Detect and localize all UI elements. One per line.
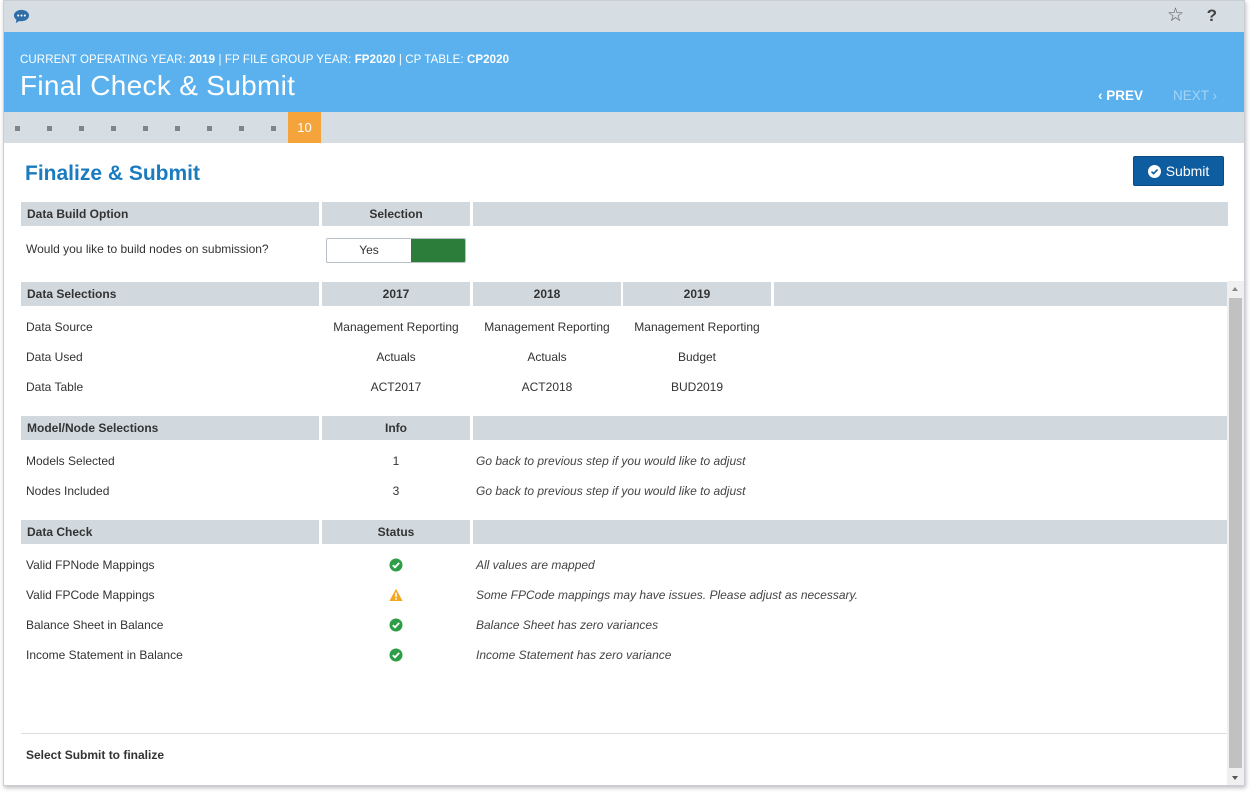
check-circle-icon bbox=[1147, 164, 1161, 178]
chevron-right-icon: › bbox=[1212, 88, 1218, 103]
step-6[interactable] bbox=[175, 126, 180, 131]
scroll-down-icon[interactable] bbox=[1232, 776, 1238, 780]
footer-divider bbox=[21, 733, 1228, 734]
table-row: Data Source Management Reporting Managem… bbox=[26, 320, 760, 334]
step-8[interactable] bbox=[239, 126, 244, 131]
footer-instruction: Select Submit to finalize bbox=[26, 748, 165, 762]
data-check-header: Data Check Status bbox=[21, 520, 1228, 544]
vertical-scrollbar[interactable] bbox=[1227, 281, 1244, 785]
table-row: Income Statement in Balance Income State… bbox=[26, 648, 672, 662]
chevron-left-icon: ‹ bbox=[1097, 88, 1103, 103]
table-row: Nodes Included 3 Go back to previous ste… bbox=[26, 484, 746, 498]
fp-file-group-year: FP2020 bbox=[354, 54, 396, 66]
table-row: Data Table ACT2017 ACT2018 BUD2019 bbox=[26, 380, 724, 394]
operating-year: 2019 bbox=[189, 54, 216, 66]
step-7[interactable] bbox=[207, 126, 212, 131]
check-circle-icon bbox=[389, 558, 403, 572]
toggle-knob[interactable] bbox=[411, 239, 465, 262]
data-selections-header: Data Selections 2017 2018 2019 bbox=[21, 282, 1228, 306]
table-row: Balance Sheet in Balance Balance Sheet h… bbox=[26, 618, 659, 632]
model-node-header: Model/Node Selections Info bbox=[21, 416, 1228, 440]
context-breadcrumb: CURRENT OPERATING YEAR: 2019 | FP FILE G… bbox=[20, 54, 510, 66]
main-content: Finalize & Submit Submit Data Build Opti… bbox=[4, 143, 1229, 785]
step-9[interactable] bbox=[271, 126, 276, 131]
scrollbar-thumb[interactable] bbox=[1229, 298, 1242, 768]
step-2[interactable] bbox=[47, 126, 52, 131]
step-progress-bar: 10 bbox=[4, 112, 1244, 143]
favorite-star-icon[interactable]: ☆ bbox=[1167, 6, 1184, 25]
page-header: CURRENT OPERATING YEAR: 2019 | FP FILE G… bbox=[4, 32, 1244, 112]
app-frame: ☆ ? CURRENT OPERATING YEAR: 2019 | FP FI… bbox=[3, 0, 1245, 786]
table-row: Valid FPNode Mappings All values are map… bbox=[26, 558, 595, 572]
check-circle-icon bbox=[389, 648, 403, 662]
prev-button[interactable]: ‹ PREV bbox=[1098, 88, 1143, 103]
page-title: Final Check & Submit bbox=[20, 70, 296, 101]
step-1[interactable] bbox=[15, 126, 20, 131]
build-nodes-toggle[interactable]: Yes bbox=[326, 238, 466, 263]
warning-triangle-icon bbox=[389, 588, 403, 601]
chat-bubble-icon[interactable] bbox=[13, 8, 30, 25]
build-option-row: Would you like to build nodes on submiss… bbox=[21, 238, 1228, 264]
scroll-up-icon[interactable] bbox=[1232, 287, 1238, 291]
table-row: Models Selected 1 Go back to previous st… bbox=[26, 454, 746, 468]
top-toolbar: ☆ ? bbox=[4, 1, 1244, 32]
step-5[interactable] bbox=[143, 126, 148, 131]
table-row: Valid FPCode Mappings Some FPCode mappin… bbox=[26, 588, 858, 602]
check-circle-icon bbox=[389, 618, 403, 632]
step-3[interactable] bbox=[79, 126, 84, 131]
table-row: Data Used Actuals Actuals Budget bbox=[26, 350, 717, 364]
next-button[interactable]: NEXT › bbox=[1173, 88, 1217, 103]
cp-table: CP2020 bbox=[466, 54, 510, 66]
step-current[interactable]: 10 bbox=[288, 112, 321, 143]
help-question-icon[interactable]: ? bbox=[1207, 6, 1217, 25]
step-4[interactable] bbox=[111, 126, 116, 131]
section-title: Finalize & Submit bbox=[25, 162, 201, 185]
submit-button[interactable]: Submit bbox=[1133, 156, 1224, 186]
build-option-header: Data Build Option Selection bbox=[21, 202, 1228, 226]
